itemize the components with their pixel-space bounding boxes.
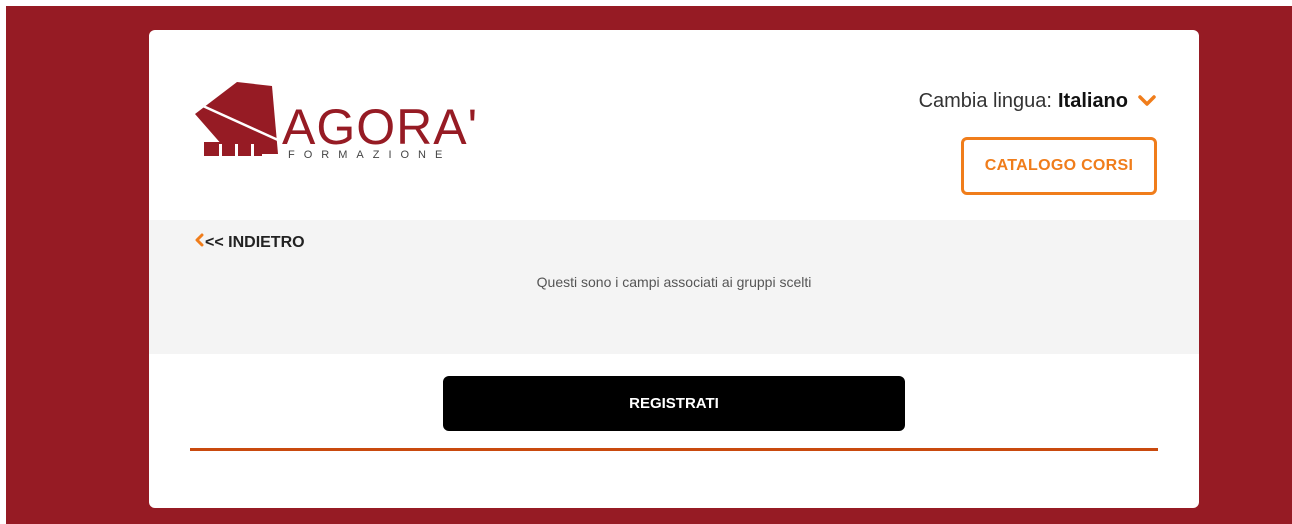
language-value[interactable]: Italiano bbox=[1058, 90, 1128, 113]
chevron-left-icon bbox=[194, 233, 204, 252]
info-text: Questi sono i campi associati ai gruppi … bbox=[536, 274, 812, 290]
back-link-label: << INDIETRO bbox=[205, 233, 305, 251]
brand-tagline: FORMAZIONE bbox=[288, 149, 451, 161]
info-section: << INDIETRO Questi sono i campi associat… bbox=[149, 220, 1199, 354]
main-card: AGORA' FORMAZIONE Cambia lingua: Italian… bbox=[149, 30, 1199, 508]
register-button[interactable]: REGISTRATI bbox=[443, 376, 905, 431]
language-switcher[interactable]: Cambia lingua: Italiano bbox=[919, 88, 1156, 114]
language-label: Cambia lingua: bbox=[918, 89, 1052, 112]
chevron-down-icon[interactable] bbox=[1138, 90, 1156, 113]
brand-name: AGORA' bbox=[282, 99, 478, 155]
agora-formazione-logo[interactable]: AGORA' FORMAZIONE bbox=[192, 82, 492, 162]
catalog-button[interactable]: CATALOGO CORSI bbox=[961, 137, 1157, 195]
back-link[interactable]: << INDIETRO bbox=[194, 233, 305, 252]
divider bbox=[190, 448, 1158, 451]
